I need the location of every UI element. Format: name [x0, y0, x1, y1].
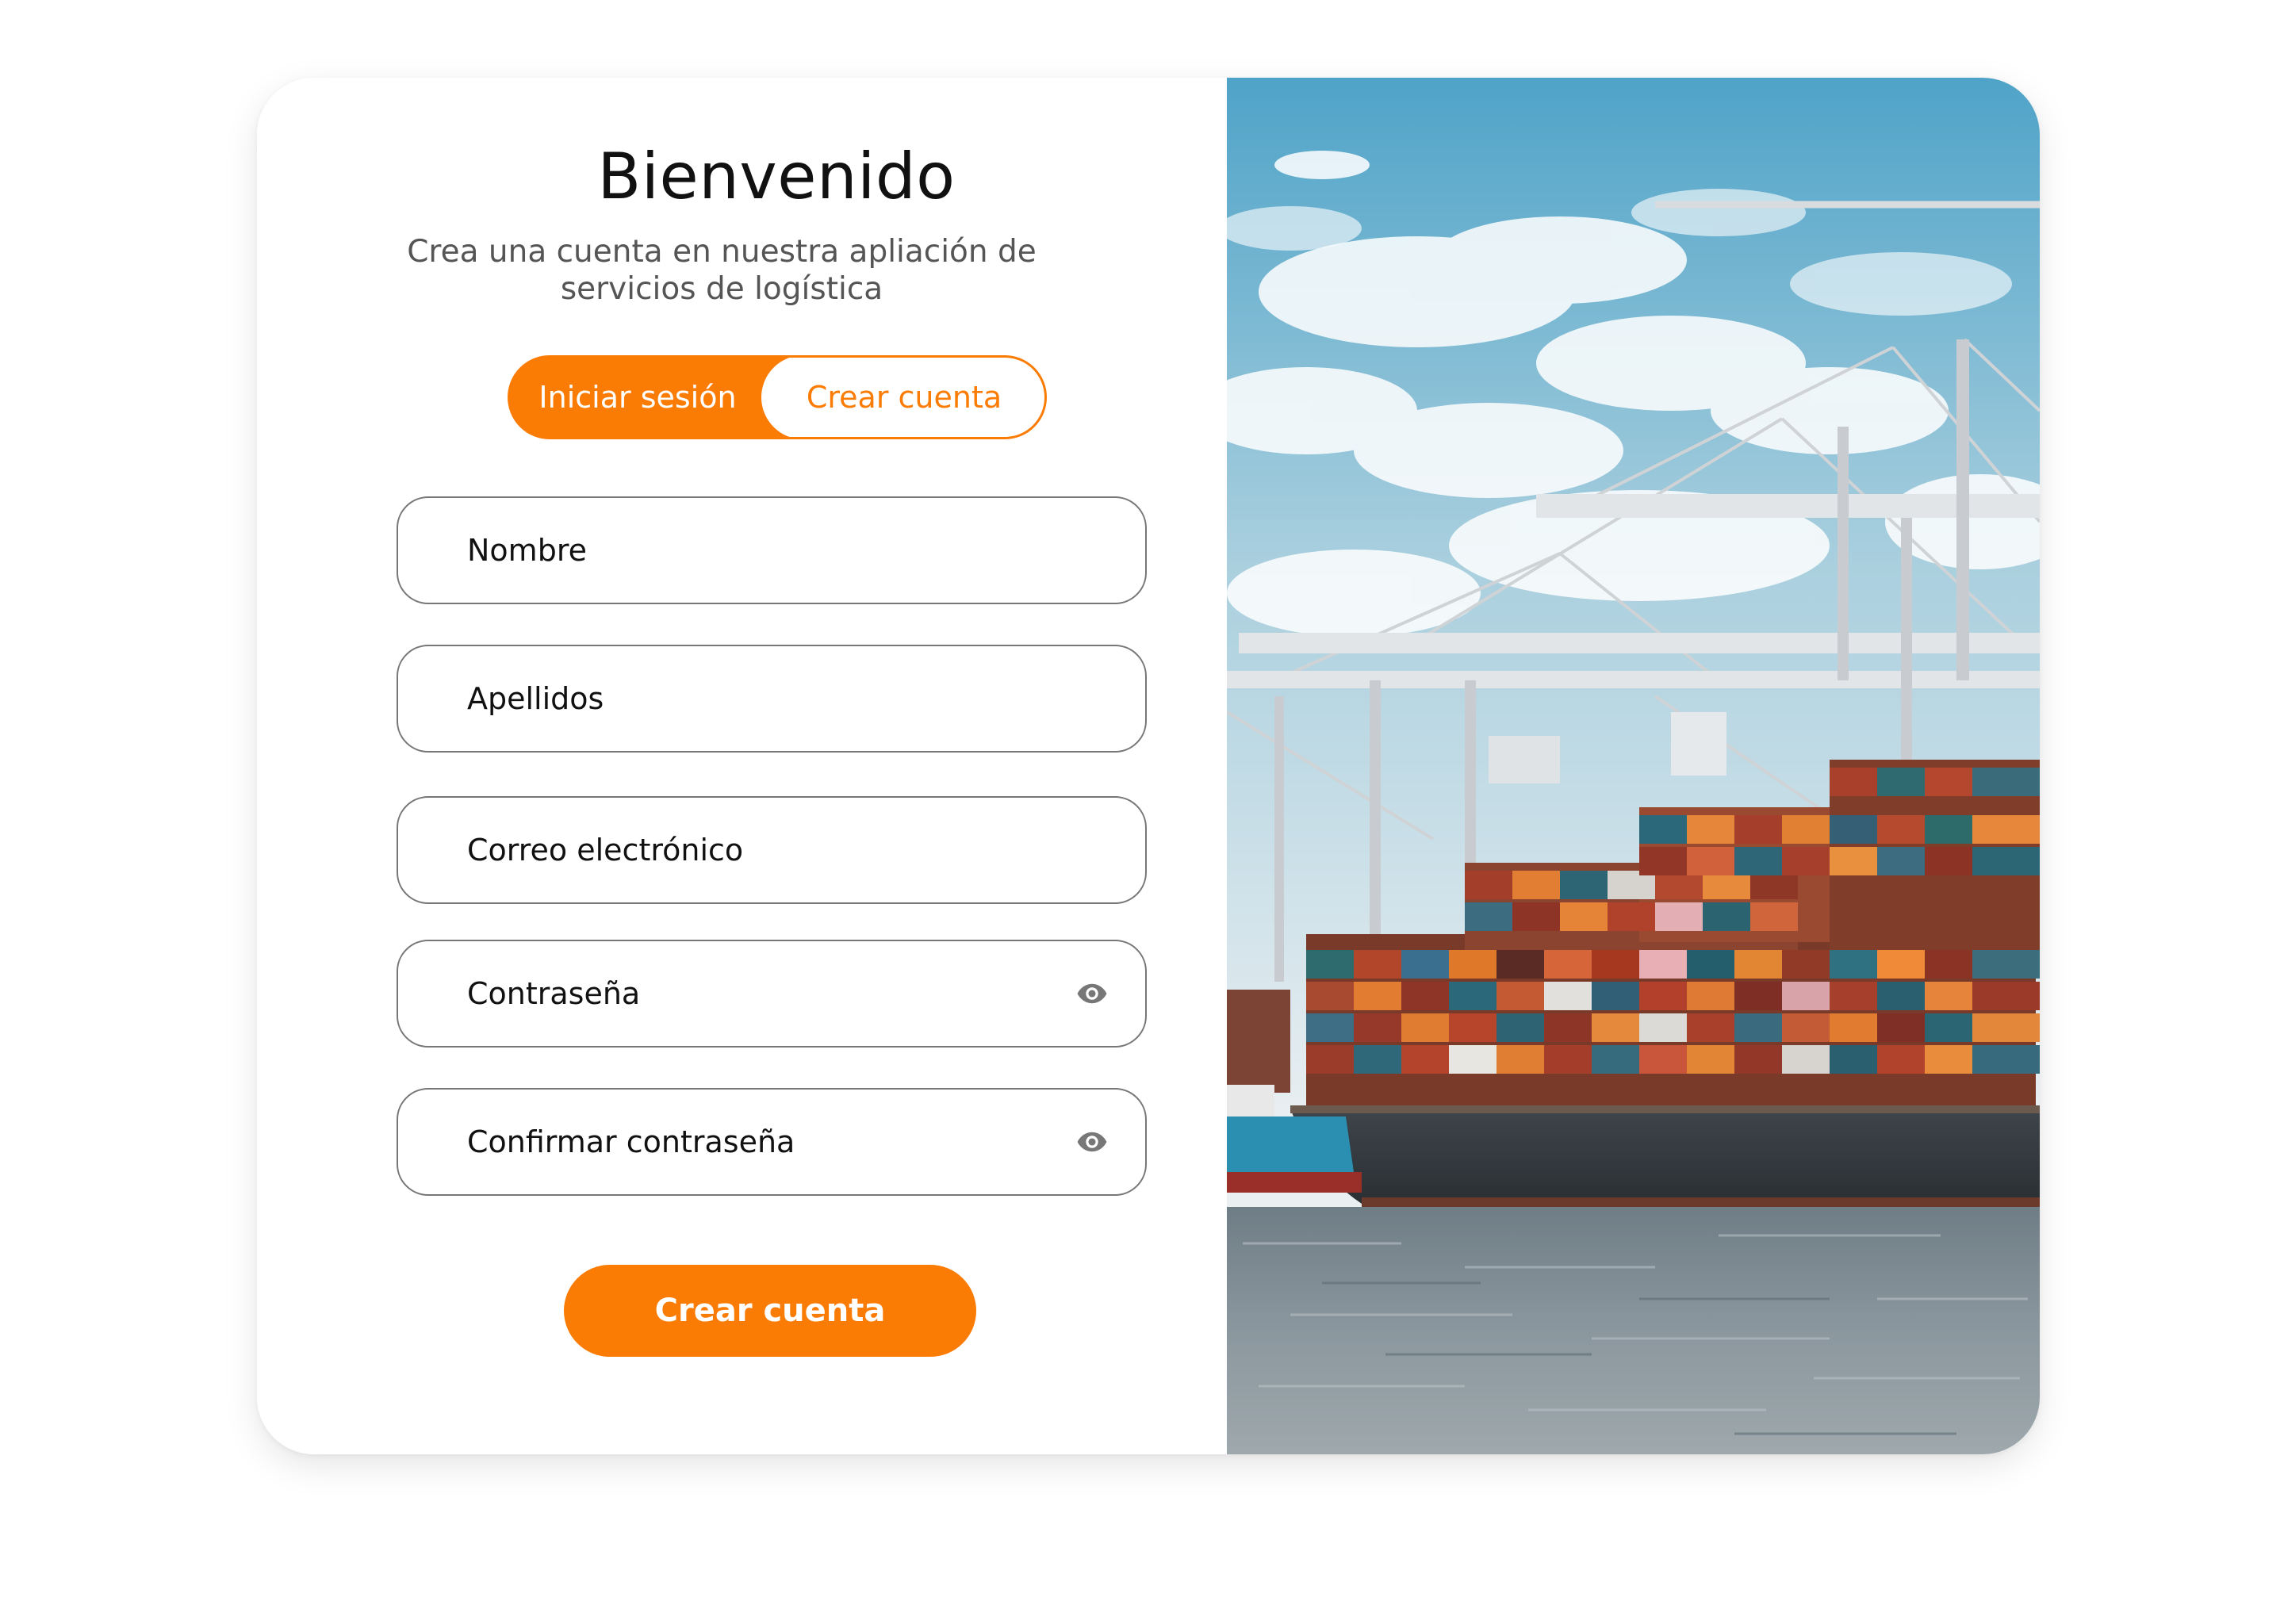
eye-icon[interactable] — [1075, 1125, 1109, 1159]
auth-mode-toggle: Iniciar sesión Crear cuenta — [508, 355, 1047, 439]
page-subtitle: Crea una cuenta en nuestra apliación de … — [407, 234, 1037, 307]
first-name-label: Nombre — [467, 533, 587, 568]
tab-signup[interactable]: Crear cuenta — [761, 358, 1044, 437]
email-field[interactable]: Correo electrónico — [397, 796, 1147, 904]
first-name-field[interactable]: Nombre — [397, 496, 1147, 604]
signup-card: Bienvenido Crea una cuenta en nuestra ap… — [257, 78, 2040, 1454]
password-label: Contraseña — [467, 976, 641, 1011]
signup-form-panel: Bienvenido Crea una cuenta en nuestra ap… — [257, 78, 1227, 1454]
confirm-password-label: Confirmar contraseña — [467, 1124, 795, 1159]
create-account-button[interactable]: Crear cuenta — [564, 1265, 976, 1357]
last-name-label: Apellidos — [467, 681, 604, 716]
email-label: Correo electrónico — [467, 833, 744, 868]
hero-image — [1227, 78, 2040, 1454]
page-title: Bienvenido — [597, 140, 956, 213]
last-name-field[interactable]: Apellidos — [397, 645, 1147, 753]
password-field[interactable]: Contraseña — [397, 940, 1147, 1048]
tab-login[interactable]: Iniciar sesión — [510, 358, 765, 437]
confirm-password-field[interactable]: Confirmar contraseña — [397, 1088, 1147, 1196]
eye-icon[interactable] — [1075, 977, 1109, 1010]
cargo-ship-illustration — [1227, 78, 2040, 1454]
